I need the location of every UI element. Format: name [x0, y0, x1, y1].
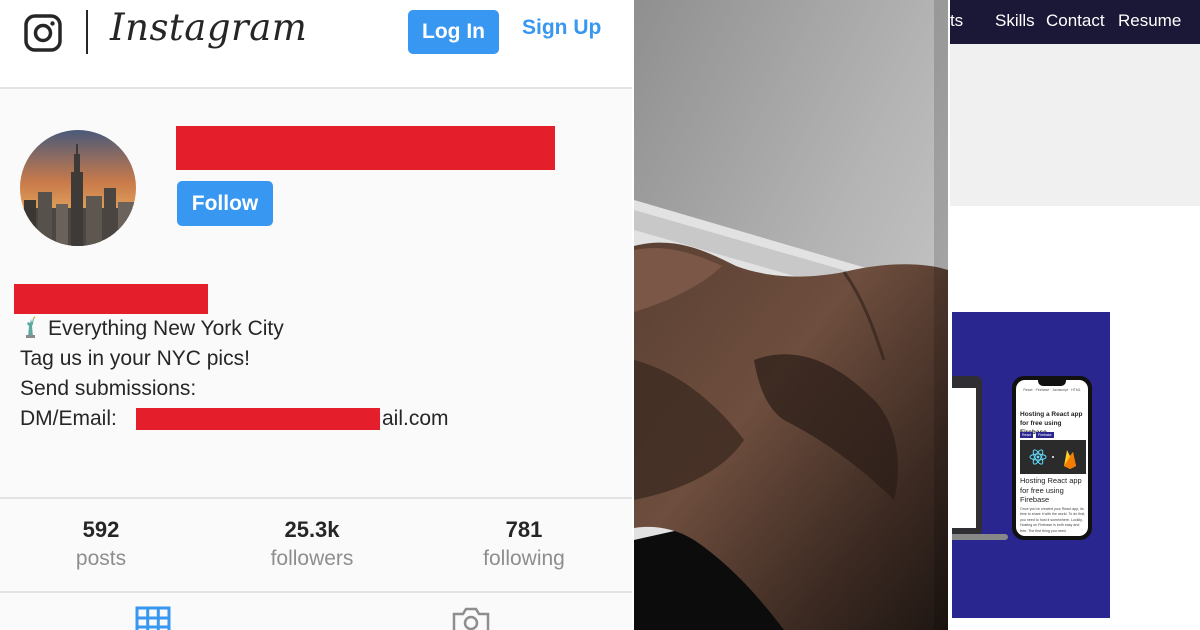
grid-icon[interactable] [135, 604, 171, 630]
bio-email-prefix: DM/Email: [20, 407, 117, 430]
header-divider [86, 10, 88, 54]
nav-projects-link[interactable]: ects [950, 11, 963, 31]
hero-section [950, 44, 1200, 206]
portfolio-navbar: ects Skills Contact Resume [950, 0, 1200, 44]
redacted-full-name [14, 284, 208, 314]
bio-line: Everything New York City [20, 314, 284, 344]
avatar[interactable] [20, 130, 136, 246]
hand-on-laptop-photo [634, 0, 948, 630]
phone-tag-firebase: Firebase [1036, 432, 1054, 438]
stat-following[interactable]: 781 following [444, 517, 604, 575]
phone-tag-react: React [1020, 432, 1034, 438]
profile-stats: 592 posts 25.3k followers 781 following [0, 497, 632, 593]
redacted-email [136, 408, 380, 430]
bio-line-2: Tag us in your NYC pics! [20, 347, 250, 370]
followers-label: followers [270, 547, 354, 570]
instagram-wordmark: Instagram [110, 6, 308, 49]
nav-skills-link[interactable]: Skills [995, 11, 1035, 31]
followers-count: 25.3k [284, 517, 340, 542]
phone-mockup: React · Firebase · Javascript · HTML Hos… [1012, 376, 1092, 540]
bio-email-suffix: ail.com [382, 407, 449, 430]
laptop-mockup [952, 376, 982, 536]
nav-contact-link[interactable]: Contact [1046, 11, 1105, 31]
following-label: following [483, 547, 565, 570]
follow-button[interactable]: Follow [177, 181, 273, 226]
instagram-camera-icon[interactable] [24, 14, 62, 52]
signup-link[interactable]: Sign Up [522, 16, 601, 40]
firebase-logo-icon [1064, 450, 1076, 469]
following-count: 781 [505, 517, 543, 542]
laptop-base [952, 534, 1008, 540]
phone-article-heading: Hosting React app for free using Firebas… [1020, 476, 1082, 504]
phone-nav: React · Firebase · Javascript · HTML [1023, 388, 1081, 392]
nav-resume-link[interactable]: Resume [1118, 11, 1181, 31]
login-button[interactable]: Log In [408, 10, 499, 54]
laptop-screen [952, 388, 976, 528]
portfolio-site-panel: ects Skills Contact Resume React · Fireb… [950, 0, 1200, 630]
instagram-profile-panel: Instagram Log In Sign Up Follow Everythi… [0, 0, 632, 630]
bio-line-1-text: Everything New York City [48, 317, 284, 340]
posts-label: posts [75, 547, 127, 570]
stat-followers[interactable]: 25.3k followers [232, 517, 392, 575]
project-card[interactable]: React · Firebase · Javascript · HTML Hos… [952, 312, 1110, 618]
stat-posts[interactable]: 592 posts [21, 517, 181, 575]
instagram-header: Instagram Log In Sign Up [0, 0, 632, 89]
redacted-username [176, 126, 555, 170]
phone-notch [1038, 380, 1066, 386]
phone-screen: React · Firebase · Javascript · HTML Hos… [1016, 380, 1088, 536]
phone-hero-image [1020, 440, 1086, 474]
react-logo-icon [1029, 449, 1047, 465]
bio-line-3: Send submissions: [20, 377, 197, 400]
statue-of-liberty-icon [26, 316, 36, 338]
posts-count: 592 [82, 517, 120, 542]
phone-article-body: Once you've created your React app, its … [1020, 507, 1086, 533]
tagged-camera-icon[interactable] [451, 604, 491, 630]
